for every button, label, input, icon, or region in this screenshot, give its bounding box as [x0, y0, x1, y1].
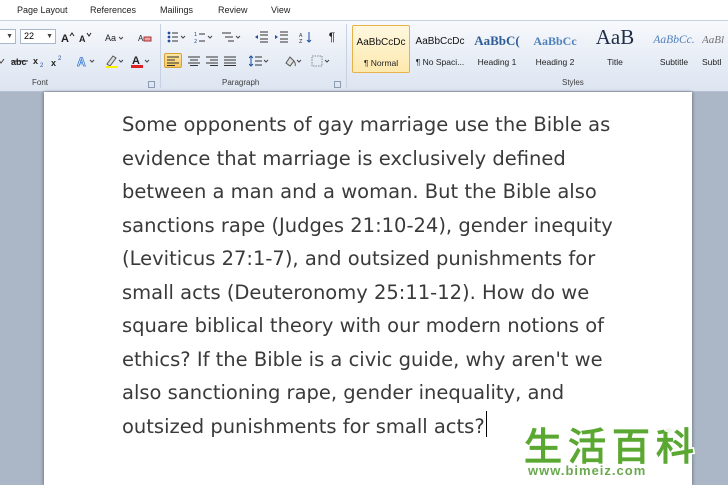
highlight-icon[interactable]	[104, 53, 126, 68]
document-body[interactable]: Some opponents of gay marriage use the B…	[122, 108, 632, 443]
style-preview: AaBbCc	[533, 34, 577, 48]
shading-icon[interactable]	[282, 53, 304, 68]
align-right-button[interactable]	[204, 53, 220, 68]
font-name-combo[interactable]: ▼	[0, 29, 16, 44]
text-line: square biblical theory with our modern n…	[122, 314, 605, 337]
svg-text:x: x	[33, 56, 38, 66]
text-line: ethics? If the Bible is a civic guide, w…	[122, 347, 603, 371]
grow-font-icon[interactable]: A	[60, 29, 76, 44]
tab-page-layout[interactable]: Page Layout	[17, 5, 68, 15]
group-divider	[346, 24, 347, 88]
text-line: sanctions rape (Judges 21:10-24), gender…	[122, 213, 613, 237]
tab-references[interactable]: References	[90, 5, 136, 15]
svg-text:2: 2	[58, 56, 62, 62]
watermark-url: www.bimeiz.com	[527, 462, 647, 479]
strikethrough-icon[interactable]: abc	[10, 53, 30, 68]
text-effects-icon[interactable]: A	[76, 53, 98, 68]
style-name: ¶ Normal	[363, 58, 399, 68]
sort-icon[interactable]: AZ	[298, 29, 314, 44]
text-line: small acts (Deuteronomy 25:11-12). How d…	[122, 280, 590, 304]
style-name: Subtl	[702, 57, 722, 67]
bullets-icon[interactable]	[166, 29, 188, 44]
chevron-down-icon: ▼	[6, 33, 13, 40]
line-spacing-icon[interactable]	[248, 53, 270, 68]
styles-gallery: AaBbCcDc ¶ Normal AaBbCcDc ¶ No Spaci...…	[350, 25, 728, 75]
svg-text:Aa: Aa	[105, 33, 116, 43]
clear-formatting-icon[interactable]: A	[137, 29, 153, 44]
text-line: evidence that marriage is exclusively de…	[122, 146, 566, 170]
font-group-label: Font	[32, 78, 49, 87]
style-subtitle[interactable]: AaBbCc. Subtitle	[645, 25, 703, 73]
text-cursor	[485, 410, 487, 437]
svg-text:x: x	[51, 58, 56, 67]
increase-indent-icon[interactable]	[274, 29, 290, 44]
text-line: between a man and a woman. But the Bible…	[122, 180, 597, 203]
watermark-chars-graphic: 生活百科	[523, 424, 696, 471]
svg-text:A: A	[61, 33, 69, 43]
style-preview: AaBl	[702, 34, 724, 46]
svg-text:2: 2	[194, 39, 197, 43]
paragraph-group-label: Paragraph	[222, 78, 260, 87]
shrink-font-icon[interactable]: A	[78, 29, 94, 44]
style-preview: AaB	[595, 25, 635, 49]
decrease-indent-icon[interactable]	[254, 29, 270, 44]
justify-button[interactable]	[222, 53, 238, 68]
svg-text:2: 2	[40, 63, 44, 67]
font-dialog-launcher-icon[interactable]	[148, 81, 155, 88]
styles-group-label: Styles	[562, 78, 584, 87]
svg-text:A: A	[77, 55, 86, 68]
text-line: outsized punishments for small acts?	[122, 414, 485, 438]
style-preview: AaBbCcDc	[415, 36, 465, 47]
subscript-icon[interactable]: x2	[32, 53, 48, 68]
show-formatting-marks-icon[interactable]: ¶	[324, 29, 340, 44]
style-heading-1[interactable]: AaBbC( Heading 1	[468, 25, 526, 73]
font-color-icon[interactable]: A	[130, 53, 152, 68]
svg-text:abc: abc	[11, 57, 27, 67]
svg-text:1: 1	[194, 32, 197, 38]
svg-text:A: A	[138, 34, 144, 43]
align-center-button[interactable]	[186, 53, 202, 68]
tab-review[interactable]: Review	[218, 5, 248, 15]
text-line: Some opponents of gay marriage use the B…	[122, 113, 611, 136]
style-heading-2[interactable]: AaBbCc Heading 2	[526, 25, 584, 73]
style-name: ¶ No Spaci...	[415, 57, 465, 67]
style-name: Title	[607, 57, 623, 67]
ribbon-tab-bar: Page Layout References Mailings Review V…	[0, 0, 728, 20]
tab-mailings[interactable]: Mailings	[160, 5, 193, 15]
style-name: Subtitle	[659, 57, 689, 67]
change-case-icon[interactable]: Aa	[104, 29, 126, 44]
style-normal[interactable]: AaBbCcDc ¶ Normal	[352, 25, 410, 73]
style-preview: AaBbCcDc	[356, 37, 406, 48]
text-line: also sanctioning rape, gender inequality…	[122, 381, 565, 404]
style-title[interactable]: AaB Title	[586, 25, 644, 73]
paragraph-dialog-launcher-icon[interactable]	[334, 81, 341, 88]
group-divider	[160, 24, 161, 88]
chevron-down-icon[interactable]	[0, 53, 6, 68]
style-name: Heading 1	[477, 57, 517, 67]
style-subtle-emphasis[interactable]: AaBl Subtl	[702, 25, 728, 73]
style-preview: AaBbCc.	[653, 34, 695, 46]
borders-icon[interactable]	[310, 53, 332, 68]
ribbon: ▼ 22 ▼ A A Aa A abc x2 x2 A A Font 12 A …	[0, 20, 728, 92]
svg-text:Z: Z	[299, 39, 303, 43]
watermark-logo: 生活百科 www.bimeiz.com	[520, 422, 728, 485]
multilevel-list-icon[interactable]	[220, 29, 242, 44]
text-line: (Leviticus 27:1-7), and outsized punishm…	[122, 247, 596, 270]
style-name: Heading 2	[535, 57, 575, 67]
tab-view[interactable]: View	[271, 5, 290, 15]
superscript-icon[interactable]: x2	[50, 53, 66, 68]
style-preview: AaBbC(	[474, 33, 520, 48]
chevron-down-icon: ▼	[46, 33, 53, 40]
svg-text:A: A	[79, 34, 86, 43]
font-size-combo[interactable]: 22 ▼	[20, 29, 56, 44]
style-no-spacing[interactable]: AaBbCcDc ¶ No Spaci...	[411, 25, 469, 73]
align-left-button[interactable]	[164, 53, 182, 68]
numbering-icon[interactable]: 12	[193, 29, 215, 44]
font-size-value: 22	[24, 31, 35, 41]
